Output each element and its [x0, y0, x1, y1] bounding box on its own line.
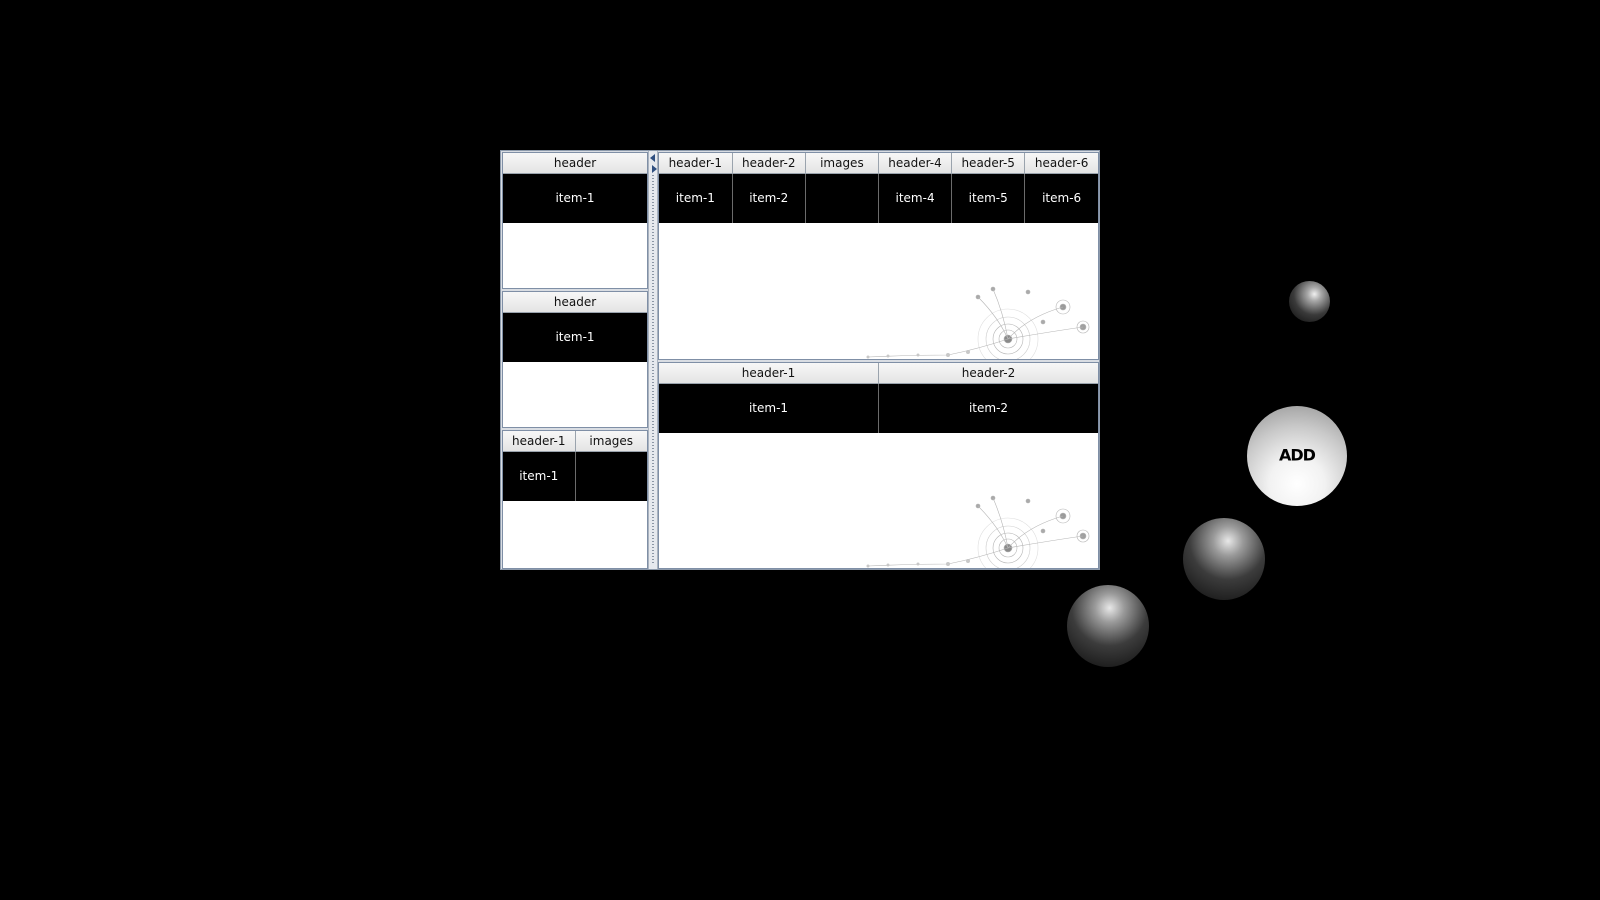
column-header[interactable]: header — [503, 292, 647, 313]
table-cell[interactable]: item-1 — [659, 383, 879, 433]
column-header[interactable]: header-2 — [878, 363, 1098, 384]
fractal-background-image — [866, 495, 1090, 568]
split-divider[interactable] — [648, 151, 658, 569]
left-panel-3: header-1 images item-1 — [502, 430, 648, 569]
large-sphere-button[interactable] — [1067, 585, 1149, 667]
column-header[interactable]: header-2 — [732, 153, 806, 174]
table-cell[interactable]: item-5 — [951, 173, 1026, 223]
image-cell[interactable] — [805, 173, 879, 223]
table-cell[interactable]: item-1 — [503, 451, 576, 501]
left-table-2: header item-1 — [503, 292, 647, 362]
table-cell[interactable]: item-6 — [1024, 173, 1098, 223]
column-header[interactable]: header-1 — [503, 431, 576, 452]
column-header[interactable]: header-6 — [1024, 153, 1098, 174]
expand-right-arrow-icon[interactable] — [652, 165, 657, 173]
left-panel-1: header item-1 — [502, 152, 648, 289]
small-sphere-button[interactable] — [1289, 281, 1330, 322]
column-header[interactable]: images — [575, 431, 647, 452]
left-table-1: header item-1 — [503, 153, 647, 223]
right-table-1: header-1 header-2 images header-4 header… — [659, 153, 1098, 223]
table-cell[interactable]: item-2 — [732, 173, 806, 223]
right-panel-1: header-1 header-2 images header-4 header… — [658, 152, 1099, 360]
column-header[interactable]: header-4 — [878, 153, 953, 174]
divider-grip[interactable] — [652, 175, 654, 565]
add-button[interactable]: ADD — [1247, 406, 1347, 506]
medium-sphere-button[interactable] — [1183, 518, 1265, 600]
table-cell[interactable]: item-1 — [659, 173, 733, 223]
left-panel-2: header item-1 — [502, 291, 648, 428]
split-pane-window: header item-1 header item-1 header-1 ima… — [500, 150, 1100, 570]
right-table-2: header-1 header-2 item-1 item-2 — [659, 363, 1098, 433]
image-cell[interactable] — [575, 451, 647, 501]
table-cell[interactable]: item-2 — [878, 383, 1098, 433]
column-header[interactable]: header — [503, 153, 647, 174]
left-table-3: header-1 images item-1 — [503, 431, 647, 501]
column-header[interactable]: header-5 — [951, 153, 1026, 174]
table-cell[interactable]: item-4 — [878, 173, 953, 223]
column-header[interactable]: header-1 — [659, 153, 733, 174]
table-cell[interactable]: item-1 — [503, 312, 647, 362]
table-cell[interactable]: item-1 — [503, 173, 647, 223]
column-header[interactable]: header-1 — [659, 363, 879, 384]
fractal-background-image — [866, 286, 1090, 359]
column-header[interactable]: images — [805, 153, 879, 174]
collapse-left-arrow-icon[interactable] — [650, 154, 655, 162]
right-panel-2: header-1 header-2 item-1 item-2 — [658, 362, 1099, 569]
add-button-label: ADD — [1279, 445, 1316, 465]
